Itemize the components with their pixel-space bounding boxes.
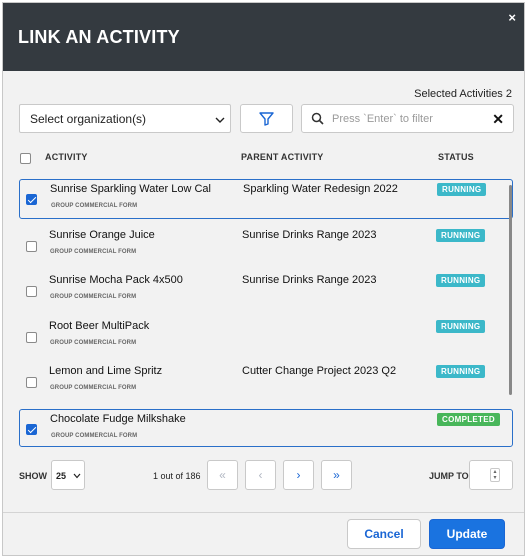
organization-select-value: Select organization(s): [30, 112, 147, 126]
status-badge: RUNNING: [437, 183, 487, 196]
activity-name: Sunrise Sparkling Water Low Cal: [50, 183, 211, 195]
activity-row[interactable]: Sunrise Mocha Pack 4x500 GROUP COMMERCIA…: [19, 271, 513, 311]
clear-search-icon[interactable]: ✕: [492, 112, 504, 126]
parent-activity: Cutter Change Project 2023 Q2: [242, 365, 397, 377]
activity-type: GROUP COMMERCIAL FORM: [50, 294, 137, 300]
filter-icon: [259, 112, 274, 126]
status-badge: RUNNING: [436, 229, 486, 242]
select-all-checkbox[interactable]: [20, 153, 31, 164]
jump-to-input[interactable]: ▴ ▾: [469, 460, 513, 490]
activity-type: GROUP COMMERCIAL FORM: [50, 249, 137, 255]
search-input[interactable]: [332, 110, 482, 128]
row-checkbox[interactable]: [26, 424, 37, 435]
activity-row[interactable]: Sunrise Sparkling Water Low Cal GROUP CO…: [19, 179, 513, 219]
footer-divider: [3, 512, 524, 513]
page-size-value: 25: [56, 471, 67, 481]
pagination-bar: SHOW 25 1 out of 186 « ‹ › » JUMP TO ▴ ▾: [3, 453, 524, 503]
activity-row[interactable]: Root Beer MultiPack GROUP COMMERCIAL FOR…: [19, 317, 513, 357]
cancel-button[interactable]: Cancel: [347, 519, 421, 549]
column-header-activity[interactable]: ACTIVITY: [45, 152, 88, 162]
chevron-down-icon: [73, 473, 81, 479]
activity-list: Sunrise Sparkling Water Low Cal GROUP CO…: [19, 179, 515, 451]
column-header-parent-activity[interactable]: PARENT ACTIVITY: [241, 152, 324, 162]
stepper-icon[interactable]: ▴ ▾: [490, 468, 500, 482]
row-checkbox[interactable]: [26, 241, 37, 252]
activity-type: GROUP COMMERCIAL FORM: [50, 385, 137, 391]
activity-name: Lemon and Lime Spritz: [49, 365, 163, 377]
activity-name: Sunrise Orange Juice: [49, 229, 155, 241]
dialog-header: LINK AN ACTIVITY ×: [3, 3, 524, 71]
last-page-button[interactable]: »: [321, 460, 352, 490]
row-checkbox[interactable]: [26, 332, 37, 343]
activity-type: GROUP COMMERCIAL FORM: [50, 340, 137, 346]
parent-activity: Sunrise Drinks Range 2023: [242, 229, 377, 241]
chevron-down-icon: [215, 117, 225, 123]
previous-page-button[interactable]: ‹: [245, 460, 276, 490]
activity-name: Sunrise Mocha Pack 4x500: [49, 274, 183, 286]
activity-type: GROUP COMMERCIAL FORM: [51, 433, 138, 439]
row-checkbox[interactable]: [26, 194, 37, 205]
row-checkbox[interactable]: [26, 286, 37, 297]
status-badge: RUNNING: [436, 274, 486, 287]
update-button[interactable]: Update: [429, 519, 505, 549]
filter-button[interactable]: [240, 104, 293, 133]
activity-row[interactable]: Lemon and Lime Spritz GROUP COMMERCIAL F…: [19, 362, 513, 402]
list-scrollbar[interactable]: [509, 185, 512, 395]
status-badge: COMPLETED: [437, 413, 500, 426]
link-activity-dialog: LINK AN ACTIVITY × Selected Activities 2…: [2, 2, 525, 556]
activity-type: GROUP COMMERCIAL FORM: [51, 203, 138, 209]
activity-row[interactable]: Sunrise Orange Juice GROUP COMMERCIAL FO…: [19, 226, 513, 266]
row-checkbox[interactable]: [26, 377, 37, 388]
activity-row[interactable]: Chocolate Fudge Milkshake GROUP COMMERCI…: [19, 409, 513, 447]
organization-select[interactable]: Select organization(s): [19, 104, 231, 133]
status-badge: RUNNING: [436, 365, 486, 378]
search-icon: [311, 112, 324, 125]
column-header-status[interactable]: STATUS: [438, 152, 474, 162]
status-badge: RUNNING: [436, 320, 486, 333]
page-info: 1 out of 186: [153, 471, 201, 481]
show-label: SHOW: [19, 471, 47, 481]
first-page-button[interactable]: «: [207, 460, 238, 490]
close-icon[interactable]: ×: [508, 10, 516, 25]
activity-name: Chocolate Fudge Milkshake: [50, 413, 186, 425]
dialog-title: LINK AN ACTIVITY: [18, 27, 180, 47]
page-size-select[interactable]: 25: [51, 460, 85, 490]
next-page-button[interactable]: ›: [283, 460, 314, 490]
activity-name: Root Beer MultiPack: [49, 320, 150, 332]
selected-activities-count: Selected Activities 2: [414, 88, 512, 100]
parent-activity: Sunrise Drinks Range 2023: [242, 274, 377, 286]
parent-activity: Sparkling Water Redesign 2022: [243, 183, 398, 195]
jump-to-label: JUMP TO: [429, 471, 469, 481]
search-box: ✕: [301, 104, 514, 133]
